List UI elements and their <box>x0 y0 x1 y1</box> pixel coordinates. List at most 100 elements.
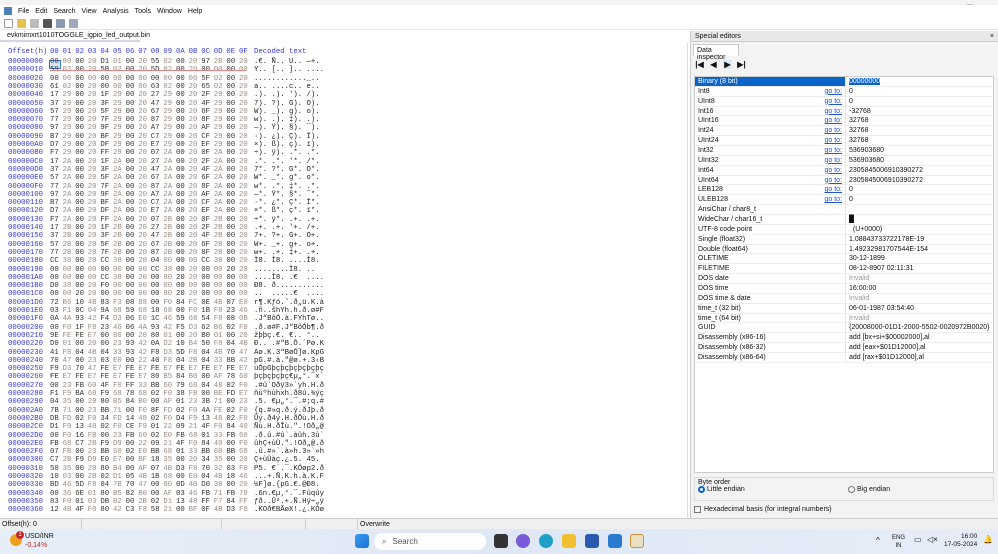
hex-byte[interactable]: 5F <box>100 108 112 116</box>
hex-byte[interactable]: 4A <box>138 324 150 332</box>
hex-byte[interactable]: 2B <box>214 232 226 240</box>
hex-byte[interactable]: F0 <box>239 465 251 473</box>
hex-byte[interactable]: 07 <box>151 465 163 473</box>
hex-byte[interactable]: 02 <box>75 415 87 423</box>
edge-icon[interactable] <box>539 534 553 548</box>
hex-byte[interactable]: 2B <box>113 224 125 232</box>
tab-data-inspector[interactable]: Data inspector <box>693 44 739 56</box>
hex-byte[interactable]: F0 <box>113 423 125 431</box>
hex-byte[interactable]: 60 <box>113 448 125 456</box>
hex-byte[interactable]: D3 <box>113 315 125 323</box>
hex-byte[interactable]: 00 <box>226 224 238 232</box>
hex-byte[interactable]: 5F <box>201 75 213 83</box>
hex-byte[interactable]: 20 <box>189 274 201 282</box>
hex-byte[interactable]: 21 <box>163 506 175 514</box>
decoded-text[interactable]: ....Ì8. .€ .... <box>254 274 324 282</box>
hex-byte[interactable]: E7 <box>138 373 150 381</box>
hex-byte[interactable]: 20 <box>189 108 201 116</box>
decoded-text[interactable]: Ì8. Ì8. ....Ì8. <box>254 257 324 265</box>
hex-byte[interactable]: 23 <box>63 382 75 390</box>
hex-byte[interactable]: F8 <box>163 357 175 365</box>
hex-byte[interactable]: 13 <box>201 415 213 423</box>
inspector-row[interactable]: Int24go to:32768 <box>695 126 993 136</box>
hex-byte[interactable]: 20 <box>88 340 100 348</box>
hex-byte[interactable]: 02 <box>126 448 138 456</box>
hex-byte[interactable]: EF <box>201 141 213 149</box>
hex-byte[interactable]: 00 <box>50 58 62 66</box>
hex-byte[interactable]: A7 <box>151 191 163 199</box>
hex-byte[interactable]: 5D <box>176 349 188 357</box>
hex-byte[interactable]: 00 <box>176 133 188 141</box>
hex-byte[interactable]: 01 <box>151 423 163 431</box>
inspector-row[interactable]: UInt32go to:536903680 <box>695 156 993 166</box>
hex-byte[interactable]: F0 <box>189 407 201 415</box>
hex-byte[interactable]: 20 <box>189 191 201 199</box>
hex-byte[interactable]: 20 <box>88 249 100 257</box>
hex-byte[interactable]: 00 <box>126 241 138 249</box>
hex-byte[interactable]: 00 <box>126 224 138 232</box>
hex-byte[interactable]: 20 <box>88 282 100 290</box>
hex-byte[interactable]: 4B <box>88 349 100 357</box>
hex-byte[interactable]: D7 <box>50 141 62 149</box>
hex-byte[interactable]: 7F <box>100 249 112 257</box>
hex-byte[interactable]: 2B <box>113 232 125 240</box>
hex-byte[interactable]: 00 <box>63 290 75 298</box>
hex-byte[interactable]: 2B <box>163 232 175 240</box>
hex-byte[interactable]: E7 <box>113 365 125 373</box>
hex-byte[interactable]: 2B <box>63 224 75 232</box>
hex-byte[interactable]: 20 <box>138 207 150 215</box>
inspector-value[interactable]: add [eax+$01D12000],al <box>849 344 925 351</box>
hex-byte[interactable]: F3 <box>113 299 125 307</box>
hex-byte[interactable]: 4F <box>201 100 213 108</box>
hex-byte[interactable]: F0 <box>239 407 251 415</box>
hex-byte[interactable]: 00 <box>88 266 100 274</box>
hex-byte[interactable]: 97 <box>50 124 62 132</box>
hex-byte[interactable]: 41 <box>50 349 62 357</box>
hex-byte[interactable]: FD <box>113 415 125 423</box>
hex-byte[interactable]: 00 <box>226 199 238 207</box>
hex-byte[interactable]: 20 <box>138 166 150 174</box>
hex-byte[interactable]: F8 <box>88 481 100 489</box>
hex-byte[interactable]: 00 <box>176 199 188 207</box>
hex-byte[interactable]: F7 <box>50 149 62 157</box>
hex-byte[interactable]: 07 <box>50 448 62 456</box>
hex-byte[interactable]: FE <box>75 332 87 340</box>
hex-byte[interactable]: 63 <box>151 83 163 91</box>
inspector-value[interactable]: {20008000-01D1-2000-5502-0020972B0020} <box>849 324 990 331</box>
hex-byte[interactable]: 38 <box>63 282 75 290</box>
hex-byte[interactable]: 0A <box>50 315 62 323</box>
hex-byte[interactable]: 00 <box>226 83 238 91</box>
hex-byte[interactable]: 03 <box>88 498 100 506</box>
hex-byte[interactable]: 88 <box>138 299 150 307</box>
hex-byte[interactable]: E0 <box>189 473 201 481</box>
menu-search[interactable]: Search <box>53 8 75 15</box>
hex-byte[interactable]: 8B <box>226 357 238 365</box>
hex-byte[interactable]: 00 <box>176 141 188 149</box>
hex-byte[interactable]: 00 <box>176 83 188 91</box>
hex-byte[interactable]: D3 <box>189 324 201 332</box>
hex-byte[interactable]: 2A <box>113 166 125 174</box>
hex-byte[interactable]: 59 <box>176 315 188 323</box>
go-to-link[interactable]: go to: <box>824 97 842 107</box>
hex-byte[interactable]: 02 <box>151 432 163 440</box>
hex-byte[interactable]: 00 <box>189 75 201 83</box>
hex-byte[interactable]: FE <box>126 373 138 381</box>
hex-byte[interactable]: 23 <box>226 307 238 315</box>
hex-byte[interactable]: E0 <box>113 357 125 365</box>
hex-byte[interactable]: FF <box>100 216 112 224</box>
hex-byte[interactable]: 20 <box>88 158 100 166</box>
hex-byte[interactable]: 00 <box>126 456 138 464</box>
hex-byte[interactable]: 6F <box>201 108 213 116</box>
hex-byte[interactable]: 0B <box>239 315 251 323</box>
hex-byte[interactable]: 42 <box>163 324 175 332</box>
hex-byte[interactable]: 00 <box>176 232 188 240</box>
menu-window[interactable]: Window <box>157 8 182 15</box>
hex-byte[interactable]: 3F <box>100 100 112 108</box>
hex-byte[interactable]: 0F <box>201 149 213 157</box>
decoded-text[interactable]: 7). ?). G). O). <box>254 100 324 108</box>
hex-byte[interactable]: E0 <box>100 456 112 464</box>
hex-byte[interactable]: 00 <box>151 481 163 489</box>
hex-byte[interactable]: 00 <box>126 440 138 448</box>
hex-byte[interactable]: 68 <box>163 448 175 456</box>
hex-byte[interactable]: 9E <box>50 332 62 340</box>
